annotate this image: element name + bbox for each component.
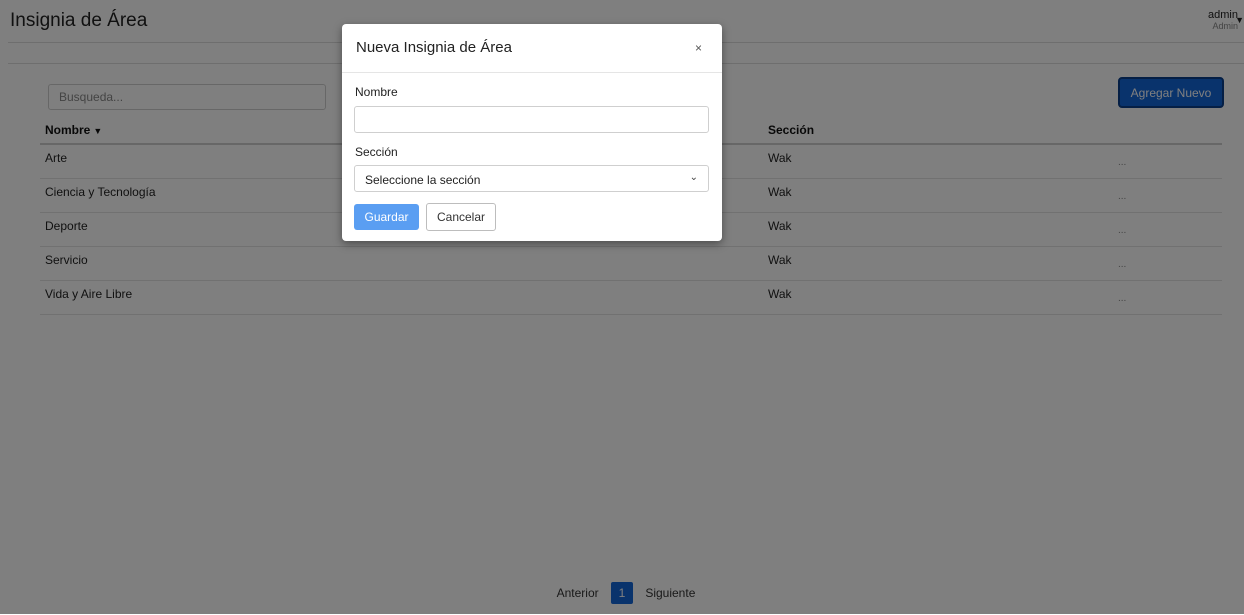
save-button[interactable]: Guardar (354, 204, 419, 230)
modal-title: Nueva Insignia de Área (356, 39, 512, 56)
name-label: Nombre (355, 85, 398, 99)
name-field[interactable] (354, 106, 709, 133)
modal-header: Nueva Insignia de Área × (342, 24, 722, 73)
cancel-button[interactable]: Cancelar (426, 203, 496, 231)
section-label: Sección (355, 145, 398, 159)
chevron-down-icon: ⌄ (689, 172, 698, 183)
section-select-value: Seleccione la sección (365, 173, 481, 187)
section-select[interactable]: Seleccione la sección ⌄ (354, 165, 709, 192)
close-icon[interactable]: × (695, 41, 702, 55)
new-area-badge-modal: Nueva Insignia de Área × Nombre Sección … (342, 24, 722, 241)
